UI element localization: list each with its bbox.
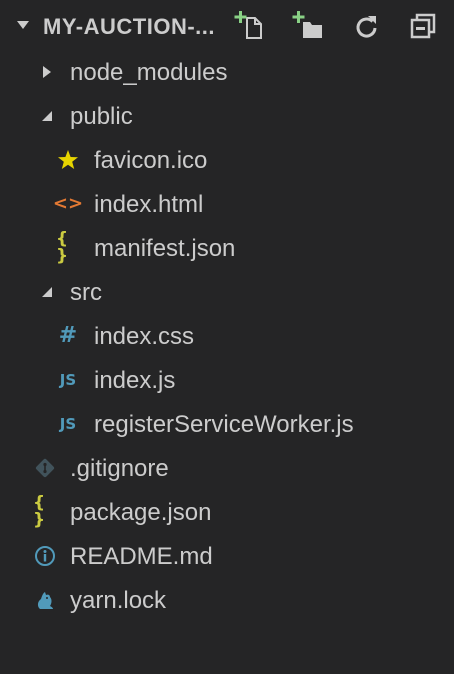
chevron-down-icon[interactable] <box>17 21 29 29</box>
js-file-icon: JS <box>59 414 77 433</box>
info-icon <box>33 544 57 568</box>
star-icon <box>56 148 80 172</box>
new-file-icon[interactable] <box>234 10 268 42</box>
git-icon <box>33 456 57 480</box>
tree-item-index-js[interactable]: JS index.js <box>0 358 454 402</box>
chevron-expanded-icon[interactable] <box>40 109 54 123</box>
folder-title[interactable]: MY-AUCTION-... <box>43 14 215 40</box>
file-tree: node_modules public favicon.ico <> index… <box>0 50 454 622</box>
tree-item-node-modules[interactable]: node_modules <box>0 50 454 94</box>
chevron-expanded-icon[interactable] <box>40 285 54 299</box>
tree-item-public[interactable]: public <box>0 94 454 138</box>
tree-item-label: index.html <box>94 191 204 218</box>
explorer-header[interactable]: MY-AUCTION-... <box>0 0 454 54</box>
tree-item-label: .gitignore <box>70 455 169 482</box>
tree-item-label: public <box>70 103 133 130</box>
tree-item-index-html[interactable]: <> index.html <box>0 182 454 226</box>
tree-item-label: yarn.lock <box>70 587 167 614</box>
tree-item-label: src <box>70 279 102 306</box>
tree-item-label: node_modules <box>70 59 228 86</box>
chevron-right-icon[interactable] <box>40 65 54 79</box>
tree-item-favicon[interactable]: favicon.ico <box>0 138 454 182</box>
json-file-icon: { } <box>56 229 69 266</box>
tree-item-label: favicon.ico <box>94 147 208 174</box>
tree-item-label: README.md <box>70 543 213 570</box>
collapse-all-icon[interactable] <box>406 10 440 42</box>
tree-item-label: index.js <box>94 367 176 394</box>
tree-item-label: index.css <box>94 323 195 350</box>
js-file-icon: JS <box>59 370 77 389</box>
tree-item-manifest-json[interactable]: { } manifest.json <box>0 226 454 270</box>
css-file-icon: # <box>58 323 78 348</box>
html-file-icon: <> <box>52 193 84 214</box>
refresh-icon[interactable] <box>350 10 384 42</box>
yarn-cat-icon <box>33 588 57 612</box>
tree-item-src[interactable]: src <box>0 270 454 314</box>
tree-item-label: registerServiceWorker.js <box>94 411 354 438</box>
tree-item-gitignore[interactable]: .gitignore <box>0 446 454 490</box>
tree-item-label: package.json <box>70 499 212 526</box>
new-folder-icon[interactable] <box>292 10 326 42</box>
tree-item-index-css[interactable]: # index.css <box>0 314 454 358</box>
tree-item-yarn-lock[interactable]: yarn.lock <box>0 578 454 622</box>
tree-item-package-json[interactable]: { } package.json <box>0 490 454 534</box>
json-file-icon: { } <box>33 493 46 530</box>
tree-item-register-service-worker[interactable]: JS registerServiceWorker.js <box>0 402 454 446</box>
tree-item-readme[interactable]: README.md <box>0 534 454 578</box>
tree-item-label: manifest.json <box>94 235 236 262</box>
file-explorer: MY-AUCTION-... node_modules public favic… <box>0 0 454 674</box>
